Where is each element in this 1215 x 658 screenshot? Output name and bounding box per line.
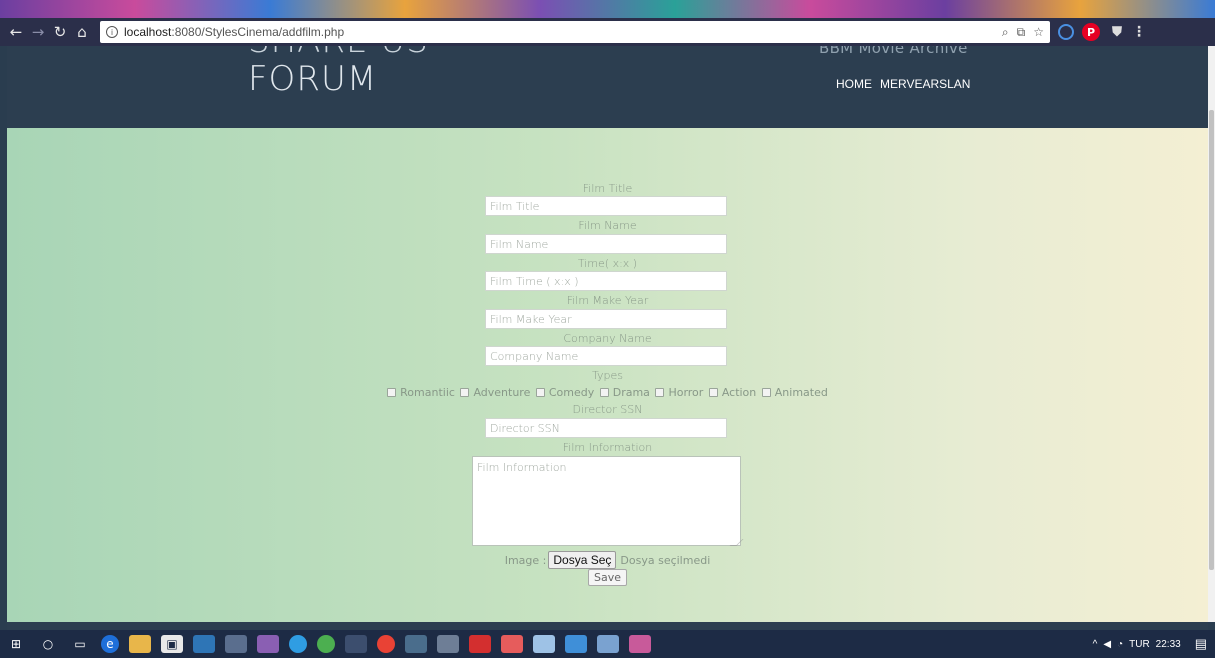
image-label: Image : bbox=[504, 553, 547, 567]
make-year-label: Film Make Year bbox=[566, 294, 649, 307]
browser-menu-icon[interactable]: ⋮ bbox=[1132, 23, 1146, 41]
type-option[interactable]: Drama bbox=[599, 386, 650, 399]
save-button[interactable]: Save bbox=[588, 569, 628, 586]
image-upload-row: Image : Dosya Seç Dosya seçilmedi bbox=[7, 551, 1208, 569]
system-tray: ^ ◀ ◔ TUR 22:33 ▤ bbox=[1087, 636, 1215, 652]
checkbox[interactable] bbox=[387, 388, 397, 397]
address-bar[interactable]: i localhost:8080/StylesCinema/addfilm.ph… bbox=[100, 21, 1050, 43]
app-icon[interactable] bbox=[289, 635, 307, 653]
site-subtitle: BBM Movie Archive bbox=[819, 46, 968, 57]
time-label: Time( x:x ) bbox=[577, 257, 638, 270]
types-label: Types bbox=[592, 369, 623, 382]
checkbox[interactable] bbox=[599, 388, 609, 397]
film-info-label: Film Information bbox=[562, 441, 653, 454]
checkbox[interactable] bbox=[708, 388, 718, 397]
app-icon[interactable] bbox=[437, 635, 459, 653]
task-view-icon[interactable]: ▭ bbox=[69, 635, 91, 653]
zoom-icon[interactable]: ⌕ bbox=[1002, 25, 1009, 40]
film-title-label: Film Title bbox=[582, 182, 633, 195]
bookmark-star-icon[interactable]: ☆ bbox=[1033, 25, 1044, 39]
nav-home-link[interactable]: HOME bbox=[836, 77, 872, 91]
film-title-input[interactable] bbox=[485, 196, 727, 216]
app-icon[interactable] bbox=[317, 635, 335, 653]
add-film-form: Film Title Film Name Time( x:x ) Film Ma… bbox=[7, 128, 1208, 622]
nav-user-link[interactable]: MERVEARSLAN bbox=[880, 77, 970, 91]
url-host: localhost bbox=[124, 25, 172, 39]
type-option[interactable]: Horror bbox=[655, 386, 703, 399]
edge-browser-icon[interactable]: e bbox=[101, 635, 119, 653]
pdf-icon[interactable] bbox=[469, 635, 491, 653]
decorative-banner-strip bbox=[0, 0, 1215, 18]
language-indicator[interactable]: TUR bbox=[1129, 639, 1150, 650]
app-icon[interactable] bbox=[565, 635, 587, 653]
site-logo[interactable]: SHARE US FORUM bbox=[248, 46, 429, 98]
volume-icon[interactable]: ◀ bbox=[1103, 639, 1111, 650]
store-icon[interactable]: ▣ bbox=[161, 635, 183, 653]
site-footer bbox=[7, 622, 1208, 630]
type-option[interactable]: Romantiic bbox=[387, 386, 455, 399]
site-header: SHARE US FORUM BBM Movie Archive HOME ME… bbox=[7, 46, 1208, 128]
checkbox[interactable] bbox=[535, 388, 545, 397]
time-input[interactable] bbox=[485, 271, 727, 291]
app-icon[interactable] bbox=[629, 635, 651, 653]
type-option[interactable]: Comedy bbox=[535, 386, 594, 399]
chevron-up-icon[interactable]: ^ bbox=[1093, 639, 1098, 650]
reload-icon[interactable]: ↻ bbox=[50, 22, 70, 42]
translate-icon[interactable]: ⧉ bbox=[1017, 25, 1026, 40]
forward-arrow-icon[interactable]: → bbox=[28, 22, 48, 42]
app-icon[interactable] bbox=[533, 635, 555, 653]
main-content: Film Title Film Name Time( x:x ) Film Ma… bbox=[7, 128, 1208, 622]
pinterest-extension-icon[interactable]: P bbox=[1082, 23, 1100, 41]
network-icon[interactable]: ◔ bbox=[1117, 639, 1123, 650]
url-path: :8080/StylesCinema/addfilm.php bbox=[171, 25, 345, 39]
film-info-textarea[interactable] bbox=[472, 456, 741, 546]
app-icon[interactable] bbox=[257, 635, 279, 653]
logo-line2: FORUM bbox=[248, 59, 378, 99]
browser-toolbar: ← → ↻ ⌂ i localhost:8080/StylesCinema/ad… bbox=[0, 18, 1215, 46]
app-icon[interactable] bbox=[193, 635, 215, 653]
file-explorer-icon[interactable] bbox=[129, 635, 151, 653]
chrome-icon[interactable] bbox=[377, 635, 395, 653]
info-icon[interactable]: i bbox=[106, 26, 118, 38]
dark-mode-extension-icon[interactable] bbox=[1058, 24, 1074, 40]
logo-line1: SHARE US bbox=[248, 46, 429, 60]
site-nav: HOME MERVEARSLAN bbox=[836, 77, 970, 91]
app-icon[interactable] bbox=[405, 635, 427, 653]
checkbox[interactable] bbox=[655, 388, 665, 397]
type-option[interactable]: Adventure bbox=[460, 386, 530, 399]
app-icon[interactable] bbox=[225, 635, 247, 653]
windows-start-icon[interactable]: ⊞ bbox=[5, 635, 27, 653]
checkbox[interactable] bbox=[460, 388, 470, 397]
clock[interactable]: 22:33 bbox=[1156, 639, 1181, 650]
app-icon[interactable] bbox=[345, 635, 367, 653]
file-status-text: Dosya seçilmedi bbox=[620, 553, 711, 567]
home-icon[interactable]: ⌂ bbox=[72, 22, 92, 42]
director-label: Director SSN bbox=[572, 403, 643, 416]
app-icon[interactable] bbox=[597, 635, 619, 653]
company-label: Company Name bbox=[563, 332, 652, 345]
checkbox[interactable] bbox=[761, 388, 771, 397]
director-ssn-input[interactable] bbox=[485, 418, 727, 438]
app-icon[interactable] bbox=[501, 635, 523, 653]
windows-taskbar: ⊞ ○ ▭ e ▣ ^ ◀ ◔ TUR 22:33 ▤ bbox=[0, 630, 1215, 658]
type-option[interactable]: Animated bbox=[761, 386, 828, 399]
choose-file-button[interactable]: Dosya Seç bbox=[548, 551, 617, 569]
film-name-label: Film Name bbox=[578, 219, 637, 232]
back-arrow-icon[interactable]: ← bbox=[6, 22, 26, 42]
make-year-input[interactable] bbox=[485, 309, 727, 329]
shield-extension-icon[interactable]: ⛊ bbox=[1108, 23, 1126, 41]
search-icon[interactable]: ○ bbox=[37, 635, 59, 653]
scrollbar-thumb[interactable] bbox=[1209, 110, 1214, 570]
types-checkbox-group: Romantiic Adventure Comedy Drama Horror … bbox=[7, 386, 1208, 400]
type-option[interactable]: Action bbox=[708, 386, 756, 399]
film-name-input[interactable] bbox=[485, 234, 727, 254]
company-input[interactable] bbox=[485, 346, 727, 366]
notifications-icon[interactable]: ▤ bbox=[1195, 636, 1207, 652]
